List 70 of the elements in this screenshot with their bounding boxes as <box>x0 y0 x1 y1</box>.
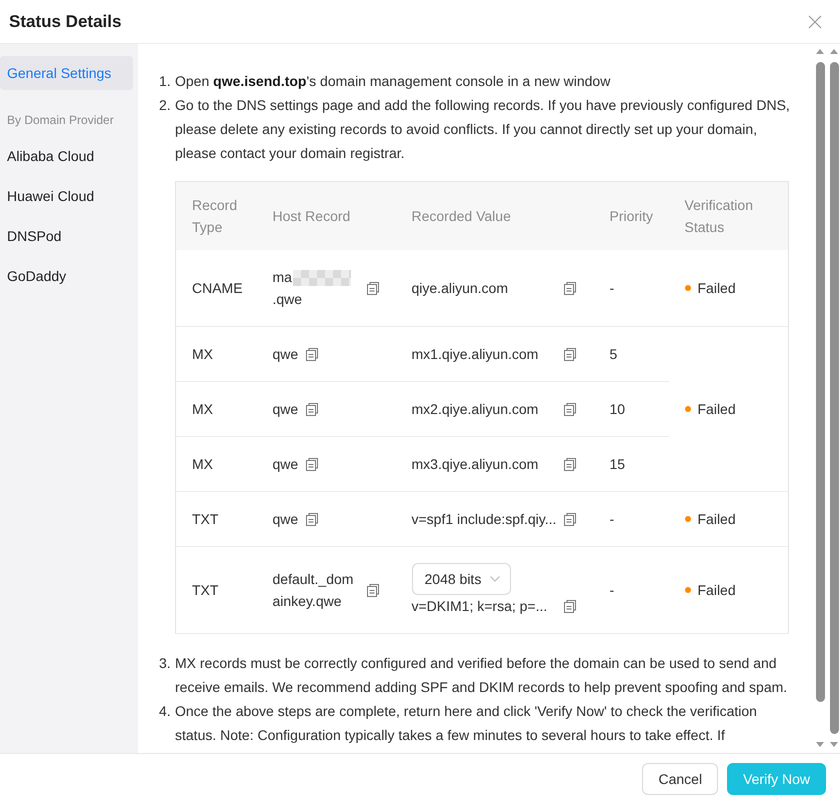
record-value: qiye.aliyun.com <box>412 279 509 298</box>
host-record: qwe <box>272 510 298 529</box>
dialog-title: Status Details <box>9 12 122 32</box>
copy-icon[interactable] <box>564 600 576 612</box>
host-record: ma <box>272 268 292 287</box>
step-text: MX records must be correctly configured and verified before the domain can be used to send and receive emails. We recommend adding SPF and DKIM records to help prevent spoofing and spam. <box>175 654 788 697</box>
record-type: MX <box>176 436 256 492</box>
sidebar-item[interactable]: Huawei Cloud <box>0 176 133 216</box>
verification-status: Failed <box>698 581 736 600</box>
record-value: mx3.qiye.aliyun.com <box>412 455 540 474</box>
priority: - <box>594 250 668 326</box>
step-text: Go to the DNS settings page and add the following records. If you have previously configured DNS, please delete any existing records to avoid conflicts. If you cannot directly set up your domain, please contact your domain registrar. <box>175 96 791 163</box>
copy-icon[interactable] <box>564 402 576 416</box>
sidebar-item[interactable]: DNSPod <box>0 216 133 256</box>
priority: - <box>594 492 668 546</box>
column-header: Host Record <box>256 182 396 250</box>
host-record: qwe <box>272 345 298 364</box>
record-type: MX <box>176 326 256 382</box>
copy-icon[interactable] <box>564 512 576 526</box>
host-record: .qwe <box>272 290 302 309</box>
step-number: 2. <box>159 96 172 115</box>
priority: 5 <box>594 326 668 382</box>
chevron-down-icon <box>490 576 500 582</box>
status-dot-icon <box>684 406 690 412</box>
verification-status: Failed <box>698 279 736 298</box>
key-size-select[interactable]: 2048 bits <box>412 563 510 595</box>
step-text: Open qwe.isend.top's domain management console in a new window <box>175 72 612 91</box>
column-header: Verification Status <box>668 182 788 250</box>
priority: - <box>594 546 668 634</box>
record-value: mx1.qiye.aliyun.com <box>412 345 540 364</box>
step-number: 4. <box>159 702 172 721</box>
step-number: 1. <box>159 72 172 91</box>
copy-icon[interactable] <box>564 282 576 294</box>
host-record: qwe <box>272 400 298 419</box>
record-value: mx2.qiye.aliyun.com <box>412 400 540 419</box>
scrollbar-thumb[interactable] <box>830 62 838 734</box>
copy-icon[interactable] <box>306 512 318 526</box>
copy-icon[interactable] <box>564 348 576 360</box>
copy-icon[interactable] <box>366 282 378 294</box>
verification-status: Failed <box>698 510 736 529</box>
status-dot-icon <box>684 516 690 522</box>
close-icon[interactable] <box>808 14 822 28</box>
column-header: Record Type <box>176 182 256 250</box>
cancel-button[interactable]: Cancel <box>642 763 718 795</box>
copy-icon[interactable] <box>306 348 318 360</box>
record-type: MX <box>176 382 256 436</box>
host-record: qwe <box>272 455 298 474</box>
copy-icon[interactable] <box>306 402 318 416</box>
record-value: v=spf1 include:spf.qiy... <box>412 510 558 529</box>
priority: 10 <box>594 382 668 436</box>
sidebar-item[interactable]: GoDaddy <box>0 256 133 296</box>
sidebar-section-label: By Domain Provider <box>7 112 115 129</box>
scrollbar-thumb[interactable] <box>816 62 824 702</box>
sidebar-item[interactable]: Alibaba Cloud <box>0 136 133 176</box>
verification-status: Failed <box>698 400 736 419</box>
copy-icon[interactable] <box>564 458 576 470</box>
copy-icon[interactable] <box>306 458 318 470</box>
copy-icon[interactable] <box>366 584 378 596</box>
column-header: Recorded Value <box>396 182 594 250</box>
step-number: 3. <box>159 654 172 673</box>
status-dot-icon <box>684 285 690 291</box>
column-header: Priority <box>594 182 668 250</box>
step-text: Once the above steps are complete, return here and click 'Verify Now' to check the verification status. Note: Configuration typically takes a few minutes to several hours to take effect. If <box>175 702 758 745</box>
status-dot-icon <box>684 587 690 593</box>
record-type: TXT <box>176 546 256 634</box>
record-type: CNAME <box>176 250 256 326</box>
priority: 15 <box>594 436 668 492</box>
record-type: TXT <box>176 492 256 546</box>
record-value: v=DKIM1; k=rsa; p=... <box>412 597 548 616</box>
host-record: default._domainkey.qwe <box>272 570 354 611</box>
